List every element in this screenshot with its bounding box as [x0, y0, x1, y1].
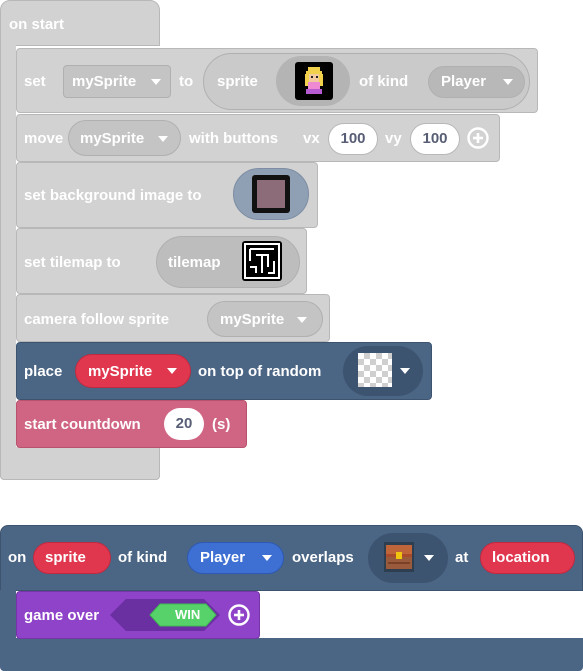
win-boolean-slot[interactable] — [110, 599, 220, 631]
chevron-down-icon — [262, 555, 272, 561]
of-kind-label: of kind — [359, 73, 409, 90]
on-start-label: on start — [9, 16, 65, 33]
vy-label: vy — [385, 130, 402, 147]
seconds-unit-label: (s) — [212, 416, 231, 433]
on-start-left-rail — [0, 44, 16, 449]
set-label: set — [24, 73, 46, 90]
vy-input[interactable]: 100 — [410, 123, 460, 155]
princess-sprite-icon — [295, 62, 333, 100]
start-countdown-label: start countdown — [24, 416, 141, 433]
countdown-seconds-input[interactable]: 20 — [164, 408, 204, 440]
win-value-label: WIN — [175, 607, 201, 622]
to-label: to — [179, 73, 194, 90]
on-top-of-random-label: on top of random — [198, 363, 322, 380]
game-over-add-button[interactable] — [228, 604, 250, 626]
transparent-tile-icon — [358, 353, 392, 387]
move-label: move — [24, 130, 64, 147]
camera-variable-label: mySprite — [220, 311, 285, 328]
chevron-down-icon — [400, 368, 410, 374]
tilemap-label: tilemap — [168, 254, 221, 271]
tilemap-image-icon — [242, 241, 282, 281]
place-variable-label: mySprite — [88, 363, 153, 380]
camera-follow-label: camera follow sprite — [24, 311, 170, 328]
chevron-down-icon — [424, 555, 434, 561]
background-image-icon — [252, 175, 290, 213]
hat-kind-label: Player — [200, 549, 246, 566]
add-parameter-button[interactable] — [467, 127, 489, 149]
on-overlap-left-rail — [0, 590, 16, 640]
chevron-down-icon — [297, 317, 307, 323]
hat-of-kind-label: of kind — [118, 549, 168, 566]
plus-icon — [228, 604, 250, 626]
set-variable-label: mySprite — [72, 73, 137, 90]
chevron-down-icon — [167, 368, 177, 374]
vx-label: vx — [303, 130, 320, 147]
on-start-footer — [0, 447, 160, 480]
vx-input[interactable]: 100 — [328, 123, 378, 155]
kind-label: Player — [441, 73, 487, 90]
move-variable-label: mySprite — [80, 130, 145, 147]
with-buttons-label: with buttons — [189, 130, 279, 147]
chevron-down-icon — [503, 79, 513, 85]
overlaps-label: overlaps — [292, 549, 354, 566]
plus-icon — [467, 127, 489, 149]
set-tilemap-label: set tilemap to — [24, 254, 121, 271]
chevron-down-icon — [158, 136, 168, 142]
chevron-down-icon — [151, 79, 161, 85]
treasure-chest-icon — [382, 540, 416, 574]
on-label: on — [8, 549, 27, 566]
sprite-label: sprite — [217, 73, 258, 90]
place-label: place — [24, 363, 63, 380]
set-background-label: set background image to — [24, 187, 202, 204]
at-label: at — [455, 549, 469, 566]
game-over-label: game over — [24, 607, 100, 624]
location-parameter-label: location — [492, 549, 550, 566]
sprite-parameter-label: sprite — [45, 549, 86, 566]
on-overlap-footer — [0, 638, 583, 671]
